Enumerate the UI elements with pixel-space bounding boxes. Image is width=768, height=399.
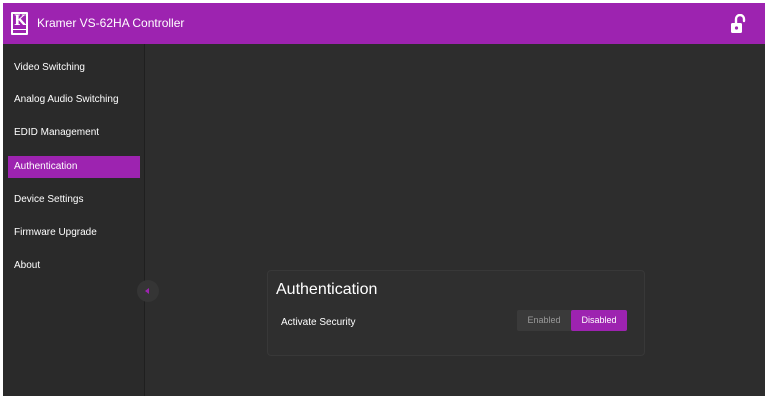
app-window: K Kramer VS-62HA Controller Video Switch… — [3, 3, 765, 396]
header-bar: K Kramer VS-62HA Controller — [3, 3, 765, 44]
sidebar-item-about[interactable]: About — [8, 255, 140, 277]
sidebar-item-edid-management[interactable]: EDID Management — [8, 122, 140, 144]
activate-security-label: Activate Security — [281, 317, 356, 328]
app-title: Kramer VS-62HA Controller — [37, 16, 185, 30]
sidebar-item-firmware-upgrade[interactable]: Firmware Upgrade — [8, 222, 140, 244]
authentication-panel: Authentication Activate Security Enabled… — [267, 270, 645, 356]
security-toggle: Enabled Disabled — [517, 310, 627, 331]
chevron-left-icon — [145, 288, 149, 294]
sidebar-collapse-button[interactable] — [137, 280, 159, 302]
unlocked-padlock-icon[interactable] — [730, 13, 746, 34]
sidebar-item-video-switching[interactable]: Video Switching — [8, 57, 140, 79]
panel-title: Authentication — [276, 281, 378, 298]
kramer-logo: K — [11, 12, 28, 35]
sidebar-item-analog-audio-switching[interactable]: Analog Audio Switching — [8, 89, 140, 111]
sidebar-item-authentication[interactable]: Authentication — [8, 156, 140, 178]
sidebar-item-device-settings[interactable]: Device Settings — [8, 189, 140, 211]
sidebar: Video Switching Analog Audio Switching E… — [3, 44, 145, 396]
enabled-option[interactable]: Enabled — [517, 310, 571, 331]
disabled-option[interactable]: Disabled — [571, 310, 627, 331]
